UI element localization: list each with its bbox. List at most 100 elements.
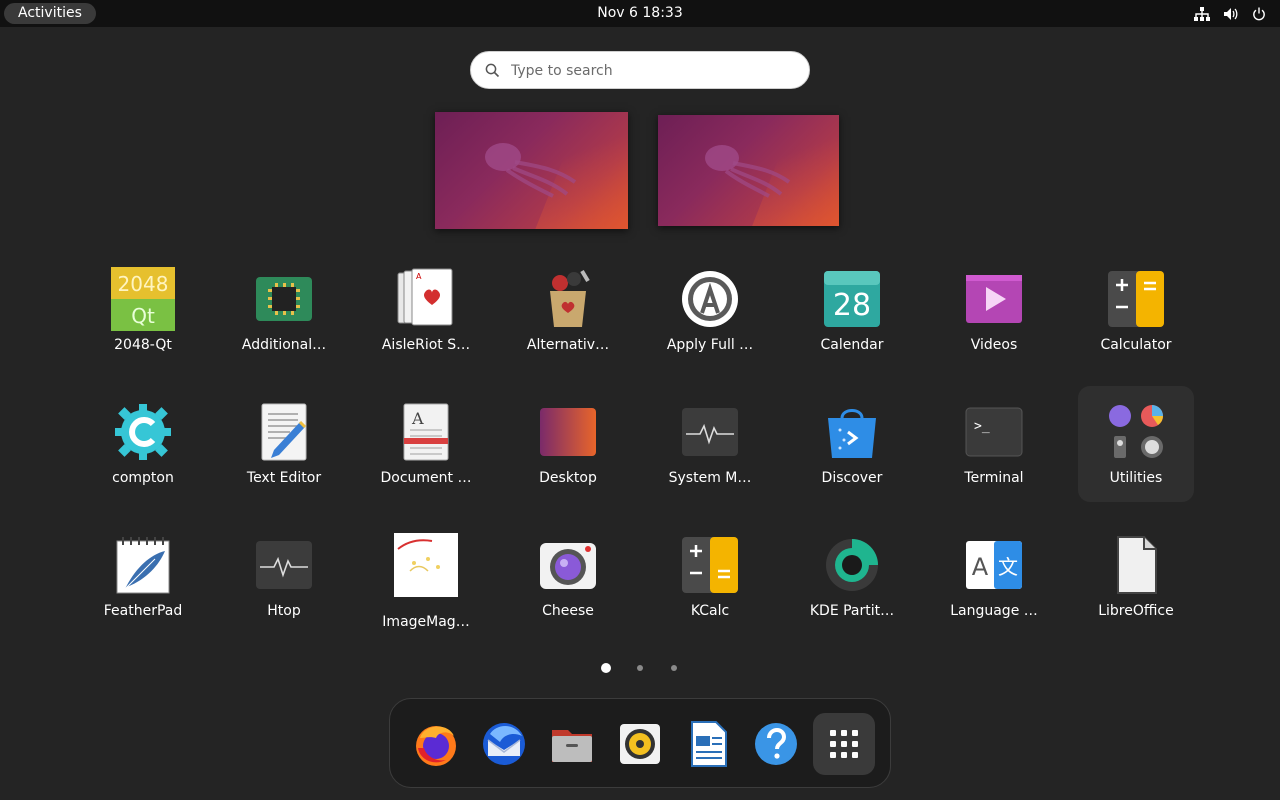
system-monitor-icon (682, 408, 738, 456)
kcalc-icon (682, 537, 738, 593)
app-desktop[interactable]: Desktop (510, 390, 626, 506)
svg-text:28: 28 (833, 288, 871, 323)
app-kcalc[interactable]: KCalc (652, 523, 768, 639)
svg-text:A: A (416, 272, 422, 281)
power-icon[interactable] (1252, 7, 1266, 21)
app-libreoffice[interactable]: LibreOffice (1078, 523, 1194, 639)
app-label: Utilities (1109, 470, 1163, 486)
imagemagick-icon (394, 533, 458, 597)
app-label: AisleRiot S… (381, 337, 471, 353)
app-label: Language … (950, 603, 1038, 619)
page-indicator (596, 663, 686, 675)
app-alternatives[interactable]: Alternativ… (510, 257, 626, 373)
folder-utilities[interactable]: Utilities (1078, 386, 1194, 502)
dock-thunderbird[interactable] (473, 713, 535, 775)
app-label: KCalc (690, 603, 730, 619)
clock[interactable]: Nov 6 18:33 (0, 0, 1280, 27)
files-icon (552, 730, 592, 762)
app-label: compton (112, 470, 174, 486)
app-videos[interactable]: Videos (936, 257, 1052, 373)
app-label: 2048-Qt (114, 337, 172, 353)
top-bar: Activities Nov 6 18:33 (0, 0, 1280, 27)
2048-icon: 2048 Qt (111, 267, 175, 331)
app-label: ImageMag… (382, 614, 470, 630)
dock-rhythmbox[interactable] (609, 713, 671, 775)
dock-files[interactable] (541, 713, 603, 775)
app-terminal[interactable]: >_ Terminal (936, 390, 1052, 506)
folder-icon (1109, 405, 1163, 458)
app-label: FeatherPad (103, 603, 183, 619)
thunderbird-icon (483, 723, 525, 765)
app-compton[interactable]: compton (85, 390, 201, 506)
app-label: Terminal (964, 470, 1024, 486)
app-cheese[interactable]: Cheese (510, 523, 626, 639)
app-label: Desktop (539, 470, 597, 486)
app-system-monitor[interactable]: System M… (652, 390, 768, 506)
discover-icon (828, 409, 876, 458)
svg-text:A: A (411, 409, 424, 428)
firefox-icon (416, 726, 456, 766)
svg-text:>_: >_ (974, 419, 990, 434)
app-label: System M… (668, 470, 752, 486)
language-icon: A 文 (966, 541, 1022, 589)
search-bar[interactable] (470, 51, 810, 89)
svg-text:Qt: Qt (131, 304, 155, 328)
text-editor-icon (261, 403, 307, 461)
libreoffice-icon (1117, 536, 1157, 594)
app-label: KDE Partit… (809, 603, 895, 619)
app-2048-qt[interactable]: 2048 Qt 2048-Qt (85, 257, 201, 373)
gear-c-icon (115, 404, 171, 460)
app-additional-drivers[interactable]: Additional… (226, 257, 342, 373)
workspace-thumbnail-2[interactable] (658, 115, 839, 226)
app-kde-partition-manager[interactable]: KDE Partit… (794, 523, 910, 639)
app-label: Calculator (1100, 337, 1172, 353)
app-grid-icon (830, 730, 858, 758)
app-calendar[interactable]: 28 Calendar (794, 257, 910, 373)
volume-icon[interactable] (1223, 7, 1239, 21)
calendar-icon: 28 (824, 271, 880, 327)
system-tray[interactable] (1194, 5, 1266, 22)
dock-show-applications[interactable] (813, 713, 875, 775)
help-icon (755, 723, 797, 765)
dock-writer[interactable] (677, 713, 739, 775)
app-language-support[interactable]: A 文 Language … (936, 523, 1052, 639)
app-featherpad[interactable]: FeatherPad (85, 523, 201, 639)
page-dot-2[interactable] (637, 665, 643, 671)
app-document-viewer[interactable]: A Document … (368, 390, 484, 506)
page-dot-1[interactable] (601, 663, 611, 673)
app-label: Alternativ… (526, 337, 610, 353)
cards-icon: A (397, 268, 453, 326)
svg-text:A: A (972, 553, 989, 581)
app-label: Document … (380, 470, 472, 486)
bag-icon (550, 269, 590, 327)
cheese-icon (540, 543, 596, 589)
app-apply-full-upgrade[interactable]: Apply Full … (652, 257, 768, 373)
terminal-icon: >_ (965, 407, 1023, 457)
app-text-editor[interactable]: Text Editor (226, 390, 342, 506)
svg-text:2048: 2048 (118, 272, 169, 296)
chip-icon (256, 277, 312, 321)
search-icon (485, 63, 500, 82)
app-calculator[interactable]: Calculator (1078, 257, 1194, 373)
writer-icon (691, 721, 727, 767)
desktop-icon (540, 408, 596, 456)
featherpad-icon (116, 537, 170, 594)
network-icon[interactable] (1194, 6, 1210, 21)
dock-help[interactable] (745, 713, 807, 775)
app-imagemagick[interactable]: ImageMag… (368, 523, 484, 639)
calculator-icon (1108, 271, 1164, 327)
app-aisleriot[interactable]: A AisleRiot S… (368, 257, 484, 373)
activities-button[interactable]: Activities (4, 3, 96, 24)
svg-text:文: 文 (998, 555, 1018, 579)
app-label: Apply Full … (666, 337, 754, 353)
workspace-thumbnail-1[interactable] (435, 112, 628, 229)
app-label: Cheese (542, 603, 594, 619)
app-discover[interactable]: Discover (794, 390, 910, 506)
page-dot-3[interactable] (671, 665, 677, 671)
app-htop[interactable]: Htop (226, 523, 342, 639)
apply-icon (682, 271, 738, 327)
search-input[interactable] (511, 58, 791, 84)
dock-firefox[interactable] (405, 713, 467, 775)
rhythmbox-icon (620, 724, 660, 764)
app-label: Text Editor (246, 470, 322, 486)
